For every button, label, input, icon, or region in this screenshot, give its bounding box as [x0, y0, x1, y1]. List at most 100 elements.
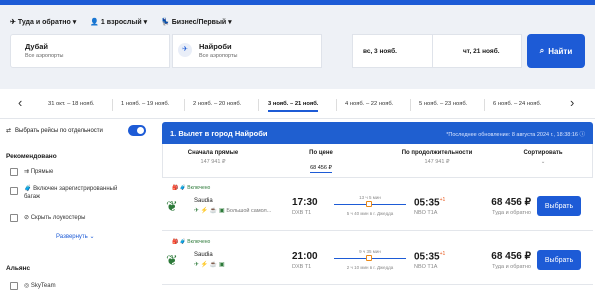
- baggage-checkbox[interactable]: [10, 187, 18, 195]
- class-select[interactable]: 💺 Бизнес/Первый ▾: [161, 18, 232, 26]
- arrive-airport: NBO T1A: [414, 264, 438, 270]
- separate-flights-toggle[interactable]: [128, 125, 146, 136]
- arrive-airport: NBO T1A: [414, 210, 438, 216]
- flight-card[interactable]: 🎒 🧳 Включено ❦ Saudia ✈ ⚡ ☕ ▣ 21:00 DXB …: [162, 233, 593, 285]
- depart-date: вс, 3 нояб.: [363, 48, 397, 55]
- baggage-text: Включен зарегистрированный багаж: [24, 186, 118, 200]
- included-text: Включено: [187, 239, 211, 245]
- trip-type-select[interactable]: ✈ Туда и обратно ▾: [10, 18, 76, 26]
- from-field[interactable]: Дубай Все аэропорты: [10, 34, 170, 68]
- lowcost-text: Скрыть лоукостеры: [30, 215, 86, 221]
- select-button[interactable]: Выбрать: [537, 250, 581, 270]
- sort-dropdown[interactable]: Сортировать ⌄: [503, 150, 583, 165]
- direct-label: ⇉ Прямые: [24, 169, 54, 175]
- filters-sidebar: ⇄ Выбрать рейсы по отдельности Рекомендо…: [0, 119, 155, 299]
- duration: 13 ч 5 мин: [359, 195, 381, 200]
- price: 68 456 ₽: [491, 197, 531, 208]
- direct-checkbox[interactable]: [10, 168, 18, 176]
- skyteam-checkbox[interactable]: [10, 282, 18, 290]
- passengers-label: 1 взрослый: [100, 19, 142, 26]
- depart-airport: DXB T1: [292, 210, 312, 216]
- airline-name: Saudia: [194, 252, 213, 258]
- find-button[interactable]: ⌕ Найти: [527, 34, 585, 68]
- toggle-label: Выбрать рейсы по отдельности: [15, 127, 103, 134]
- depart-date-field[interactable]: вс, 3 нояб.: [352, 34, 432, 68]
- expand-link[interactable]: Развернуть ⌄: [56, 233, 95, 240]
- select-button[interactable]: Выбрать: [537, 196, 581, 216]
- divider: [336, 99, 337, 111]
- separate-flights-row: ⇄ Выбрать рейсы по отдельности: [6, 127, 103, 135]
- sort-label: Сначала прямые: [187, 150, 239, 156]
- lowcost-checkbox[interactable]: [10, 214, 18, 222]
- depart-time: 21:00: [292, 251, 318, 262]
- search-panel: ✈ Туда и обратно ▾ 👤 1 взрослый ▾ 💺 Бизн…: [0, 5, 595, 89]
- depart-airport: DXB T1: [292, 264, 312, 270]
- saudia-logo-icon: ❦: [166, 252, 178, 268]
- sort-by-duration[interactable]: По продолжительности 147 941 ₽: [377, 150, 497, 165]
- arrive-time: 05:35+1: [414, 251, 445, 262]
- sort-label: Сортировать: [523, 150, 563, 156]
- from-airports: Все аэропорты: [25, 53, 64, 59]
- depart-time: 17:30: [292, 197, 318, 208]
- included-badge: 🎒 🧳 Включено: [172, 185, 211, 191]
- chevron-left-icon[interactable]: ‹: [18, 95, 22, 110]
- divider: [484, 99, 485, 111]
- search-icon: ⌕: [539, 46, 545, 55]
- results-header: 1. Вылет в город Найроби *Последнее обно…: [162, 122, 593, 144]
- date-tab-active[interactable]: 3 нояб. – 21 нояб.: [268, 101, 319, 112]
- alliance-title: Альянс: [6, 265, 31, 272]
- skyteam-text: SkyTeam: [30, 283, 56, 289]
- sort-label: По цене: [309, 150, 333, 156]
- divider: [184, 99, 185, 111]
- sort-price: 147 941 ₽: [200, 159, 226, 165]
- flight-card[interactable]: 🎒 🧳 Включено ❦ Saudia ✈ ⚡ ☕ ▣ Большой са…: [162, 179, 593, 231]
- plane-swap-icon[interactable]: ✈: [178, 43, 192, 57]
- expand-label: Развернуть: [56, 234, 88, 240]
- sort-price: 147 941 ₽: [424, 159, 450, 165]
- date-tab[interactable]: 2 нояб. – 20 нояб.: [193, 101, 241, 107]
- price-type: Туда и обратно: [492, 210, 531, 216]
- arrows-icon: ⇄: [6, 128, 12, 134]
- last-updated-text: *Последнее обновление: 8 августа 2024 г.…: [446, 132, 578, 138]
- divider: [112, 99, 113, 111]
- to-city: Найроби: [199, 42, 232, 51]
- duration: 9 ч 35 мин: [359, 249, 381, 254]
- stop-info: 5 ч 40 мин в г. Джедда: [346, 211, 394, 216]
- sort-by-price[interactable]: По цене 68 456 ₽: [271, 150, 371, 174]
- amenities: ✈ ⚡ ☕ ▣ Большой самол...: [194, 208, 272, 214]
- price: 68 456 ₽: [491, 251, 531, 262]
- next-day-badge: +1: [439, 197, 446, 203]
- sort-label: По продолжительности: [401, 150, 473, 156]
- date-tab[interactable]: 1 нояб. – 19 нояб.: [121, 101, 169, 107]
- date-tab[interactable]: 6 нояб. – 24 нояб.: [493, 101, 541, 107]
- chevron-right-icon[interactable]: ›: [570, 95, 574, 110]
- trip-options: ✈ Туда и обратно ▾ 👤 1 взрослый ▾ 💺 Бизн…: [10, 18, 232, 26]
- arrive-time-text: 05:35: [414, 251, 440, 263]
- amenities: ✈ ⚡ ☕ ▣: [194, 262, 225, 268]
- divider: [258, 99, 259, 111]
- date-tab[interactable]: 5 нояб. – 23 нояб.: [419, 101, 467, 107]
- baggage-label: 🧳 Включен зарегистрированный багаж: [24, 186, 118, 200]
- stop-info: 2 ч 10 мин в г. Джедда: [346, 265, 394, 270]
- arrive-time: 05:35+1: [414, 197, 445, 208]
- aircraft-text: Большой самол...: [226, 208, 272, 214]
- trip-type-label: Туда и обратно: [17, 19, 71, 26]
- chevron-down-icon: ⌄: [540, 159, 546, 165]
- results-title: 1. Вылет в город Найроби: [170, 129, 268, 138]
- direct-text: Прямые: [30, 169, 54, 175]
- included-text: Включено: [187, 185, 211, 191]
- date-tab[interactable]: 4 нояб. – 22 нояб.: [345, 101, 393, 107]
- return-date-field[interactable]: чт, 21 нояб.: [432, 34, 522, 68]
- sort-direct-first[interactable]: Сначала прямые 147 941 ₽: [163, 150, 263, 165]
- sort-price: 68 456 ₽: [310, 165, 332, 173]
- to-airports: Все аэропорты: [199, 53, 238, 59]
- airline-name: Saudia: [194, 198, 213, 204]
- to-field[interactable]: Найроби Все аэропорты: [172, 34, 322, 68]
- date-tab[interactable]: 31 окт. – 18 нояб.: [48, 101, 95, 107]
- saudia-logo-icon: ❦: [166, 198, 178, 214]
- from-city: Дубай: [25, 42, 49, 51]
- skyteam-label: ◎ SkyTeam: [24, 283, 56, 289]
- passengers-select[interactable]: 👤 1 взрослый ▾: [90, 18, 147, 26]
- stop-marker: [366, 255, 372, 261]
- last-updated: *Последнее обновление: 8 августа 2024 г.…: [446, 132, 585, 138]
